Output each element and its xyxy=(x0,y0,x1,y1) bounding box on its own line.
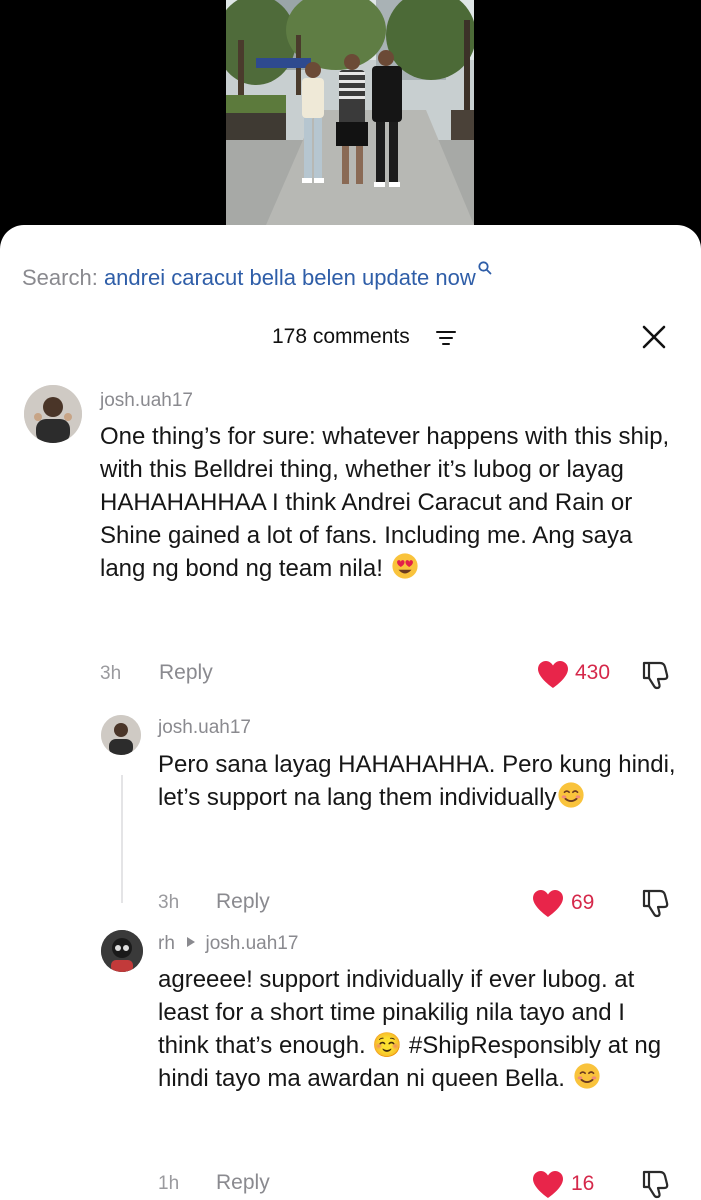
like-count: 430 xyxy=(575,661,611,684)
comment-username[interactable]: josh.uah17 xyxy=(100,390,193,412)
reply-comment-item: rh josh.uah17 agreeee! support individua… xyxy=(0,925,701,1200)
reply-to-username[interactable]: josh.uah17 xyxy=(205,933,298,954)
comment-body: Pero sana layag HAHAHAHHA. Pero kung hin… xyxy=(158,751,676,811)
heart-icon xyxy=(533,1171,563,1198)
comment-body: One thing’s for sure: whatever happens w… xyxy=(100,423,670,582)
like-button[interactable] xyxy=(531,889,565,919)
sort-filter-icon[interactable] xyxy=(436,329,456,347)
heart-eyes-emoji-icon xyxy=(390,552,420,589)
search-query-link[interactable]: andrei caracut bella belen update now xyxy=(104,265,476,290)
avatar[interactable] xyxy=(101,930,143,972)
reply-header: rh josh.uah17 xyxy=(158,932,298,955)
reply-button[interactable]: Reply xyxy=(159,661,213,685)
reply-button[interactable]: Reply xyxy=(216,890,270,914)
heart-icon xyxy=(533,890,563,917)
comments-count: 178 comments xyxy=(272,325,410,348)
comment-text: One thing’s for sure: whatever happens w… xyxy=(100,420,680,589)
smiling-emoji-icon xyxy=(572,1062,602,1099)
comments-sheet: Search: andrei caracut bella belen updat… xyxy=(0,225,701,1200)
reply-comment-item: josh.uah17 Pero sana layag HAHAHAHHA. Pe… xyxy=(0,710,701,920)
comment-timestamp: 3h xyxy=(158,892,180,913)
comment-text: agreeee! support individually if ever lu… xyxy=(158,963,678,1099)
like-count: 16 xyxy=(571,1172,595,1195)
avatar[interactable] xyxy=(24,385,82,443)
reply-button[interactable]: Reply xyxy=(216,1171,270,1195)
video-scene-image xyxy=(226,0,474,225)
like-button[interactable] xyxy=(536,660,570,690)
comment-timestamp: 1h xyxy=(158,1173,180,1194)
avatar[interactable] xyxy=(101,715,141,755)
dislike-icon[interactable] xyxy=(640,1169,670,1199)
comments-header: 178 comments xyxy=(0,317,701,357)
comment-username[interactable]: josh.uah17 xyxy=(158,717,251,739)
heart-icon xyxy=(538,661,568,688)
dislike-icon[interactable] xyxy=(640,660,670,690)
comment-text: Pero sana layag HAHAHAHHA. Pero kung hin… xyxy=(158,748,683,818)
close-icon[interactable] xyxy=(640,323,668,351)
comment-item: josh.uah17 One thing’s for sure: whateve… xyxy=(0,380,701,710)
like-button[interactable] xyxy=(531,1170,565,1200)
dislike-icon[interactable] xyxy=(640,888,670,918)
search-prefix: Search: xyxy=(22,265,104,290)
video-thumbnail[interactable] xyxy=(226,0,474,225)
search-icon[interactable] xyxy=(478,255,492,275)
comment-username[interactable]: rh xyxy=(158,933,175,954)
comment-timestamp: 3h xyxy=(100,663,122,684)
video-player[interactable] xyxy=(0,0,701,250)
smiling-emoji-icon xyxy=(556,781,586,818)
like-count: 69 xyxy=(571,891,595,914)
reply-arrow-icon xyxy=(186,932,196,954)
search-suggestion[interactable]: Search: andrei caracut bella belen updat… xyxy=(22,255,492,291)
